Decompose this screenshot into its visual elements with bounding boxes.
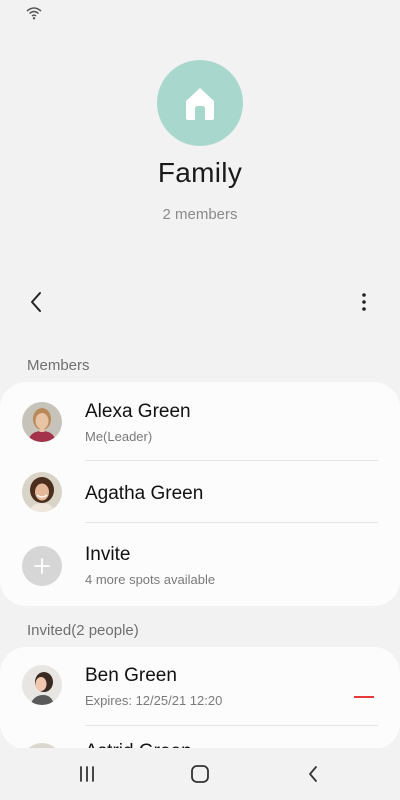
avatar	[22, 472, 62, 512]
invited-name: Ben Green	[85, 665, 177, 686]
add-icon	[22, 546, 62, 586]
chevron-left-icon	[31, 292, 41, 312]
back-button[interactable]	[22, 288, 50, 316]
member-count: 2 members	[162, 206, 238, 223]
home-icon	[186, 88, 214, 120]
members-section-header: Members	[27, 357, 90, 374]
back-nav-icon	[309, 766, 317, 782]
avatar	[22, 665, 62, 705]
more-vertical-icon	[362, 293, 366, 311]
avatar	[22, 402, 62, 442]
invited-section-header: Invited(2 people)	[27, 622, 139, 639]
invite-expiry: Expires: 12/25/21 12:20	[85, 693, 223, 708]
member-role: Me(Leader)	[85, 429, 153, 444]
recent-apps-button[interactable]	[73, 760, 101, 788]
divider	[85, 522, 378, 523]
more-options-button[interactable]	[350, 288, 378, 316]
navigation-bar	[0, 748, 400, 800]
invited-row[interactable]: Astrid Green	[0, 727, 400, 749]
home-nav-icon	[191, 765, 209, 783]
member-name: Agatha Green	[85, 483, 204, 504]
invite-label: Invite	[85, 544, 131, 565]
wifi-icon	[26, 7, 42, 20]
member-row[interactable]: Alexa Green Me(Leader)	[0, 391, 400, 453]
back-nav-button[interactable]	[299, 760, 327, 788]
minus-icon	[354, 696, 374, 698]
recent-apps-icon	[80, 766, 94, 782]
invite-row[interactable]: Invite 4 more spots available	[0, 524, 400, 587]
divider	[85, 725, 378, 726]
group-avatar	[157, 60, 243, 146]
member-row[interactable]: Agatha Green	[0, 461, 400, 523]
group-name: Family	[157, 157, 243, 188]
invited-card: Ben Green Expires: 12/25/21 12:20 Astrid…	[0, 647, 400, 749]
member-name: Alexa Green	[85, 401, 191, 422]
invited-row[interactable]: Ben Green Expires: 12/25/21 12:20	[0, 655, 400, 717]
remove-invite-button[interactable]	[354, 691, 374, 703]
members-card: Alexa Green Me(Leader) Agatha Green Invi…	[0, 382, 400, 606]
home-button[interactable]	[186, 760, 214, 788]
status-bar	[0, 0, 400, 28]
invite-subtitle: 4 more spots available	[85, 572, 216, 587]
